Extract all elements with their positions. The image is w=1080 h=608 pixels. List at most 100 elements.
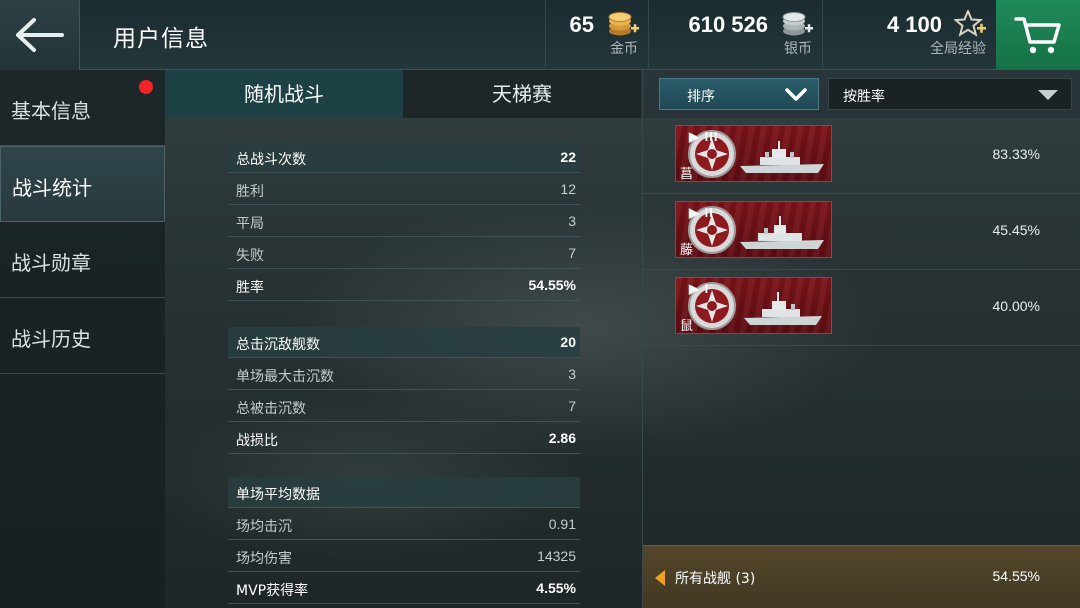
stat-losses: 失败 7: [228, 238, 580, 269]
stat-value: 7: [568, 398, 576, 414]
shop-cart-button[interactable]: [996, 0, 1080, 70]
stat-label: 平局: [236, 216, 264, 232]
exp-label: 全局经验: [930, 41, 986, 57]
stat-max-kills: 单场最大击沉数 3: [228, 359, 580, 390]
tab-random-battle[interactable]: 随机战斗: [165, 70, 403, 118]
stat-times-sunk: 总被击沉数 7: [228, 391, 580, 422]
stat-value: 14325: [537, 548, 576, 564]
gold-coin-icon: [608, 12, 639, 36]
silver-label: 银币: [784, 41, 812, 57]
ship-tier: I: [704, 281, 710, 296]
silver-coin-icon: [782, 12, 813, 36]
ship-winrate: 83.33%: [992, 146, 1040, 162]
stat-label: 胜利: [236, 184, 264, 200]
top-bar: 用户信息 65 金币 610 526 银币 4 100 全局经验: [0, 0, 1080, 70]
ship-row[interactable]: ▶ I 鼠 40.00%: [643, 270, 1080, 346]
stat-label: 总击沉敌舰数: [236, 337, 320, 353]
tier-badge: ▶ I: [689, 281, 710, 296]
sort-criterion-select[interactable]: 按胜率: [828, 78, 1072, 110]
stat-label: 失败: [236, 248, 264, 264]
sidebar-item-battle-history[interactable]: 战斗历史: [0, 298, 165, 374]
stat-average-header: 单场平均数据: [228, 477, 580, 508]
stat-kd-ratio: 战损比 2.86: [228, 423, 580, 454]
ship-row[interactable]: ▶ III 菖 83.33%: [643, 118, 1080, 194]
ship-silhouette-icon: [740, 216, 824, 249]
ship-name: 菖: [680, 167, 694, 182]
chevron-down-icon: [785, 88, 807, 101]
stat-label: 总被击沉数: [236, 401, 306, 417]
stat-value: 3: [568, 366, 576, 382]
ship-name: 藤: [680, 243, 694, 258]
page-title: 用户信息: [113, 26, 209, 52]
ship-winrate: 45.45%: [992, 222, 1040, 238]
exp-amount: 4 100: [886, 12, 942, 37]
stat-value: 0.91: [548, 516, 576, 532]
stat-wins: 胜利 12: [228, 174, 580, 205]
stat-label: 总战斗次数: [236, 152, 306, 168]
sidebar-item-label: 战斗勋章: [11, 251, 91, 275]
stat-label: 单场最大击沉数: [236, 369, 334, 385]
silver-amount: 610 526: [688, 12, 768, 37]
tier-badge: ▶ III: [689, 129, 719, 144]
exp-currency[interactable]: 4 100 全局经验: [822, 0, 996, 70]
ship-row[interactable]: ▶ II 藤 45.45%: [643, 194, 1080, 270]
stat-label: 场均伤害: [236, 551, 292, 567]
sidebar: 基本信息 战斗统计 战斗勋章 战斗历史: [0, 70, 165, 608]
triangle-left-icon: [655, 570, 665, 586]
gold-amount: 65: [569, 12, 594, 37]
ship-silhouette-icon: [740, 141, 824, 173]
sort-button[interactable]: 排序: [659, 78, 819, 110]
stat-label: 单场平均数据: [236, 487, 320, 503]
stat-avg-kills: 场均击沉 0.91: [228, 509, 580, 540]
back-arrow-icon: [16, 18, 64, 52]
ship-card: ▶ III 菖: [675, 125, 832, 182]
stat-value: 54.55%: [528, 277, 576, 293]
stat-value: 2.86: [548, 430, 576, 446]
stat-label: 战损比: [236, 433, 278, 449]
sidebar-item-label: 基本信息: [11, 99, 91, 123]
dropdown-triangle-icon: [1038, 90, 1058, 100]
ship-silhouette-icon: [744, 292, 822, 325]
stat-draws: 平局 3: [228, 206, 580, 237]
sidebar-item-basic-info[interactable]: 基本信息: [0, 70, 165, 146]
stat-avg-damage: 场均伤害 14325: [228, 541, 580, 572]
stat-value: 4.55%: [536, 580, 576, 596]
stat-value: 20: [560, 334, 576, 350]
sidebar-item-label: 战斗统计: [12, 176, 92, 200]
ship-winrate: 40.00%: [992, 298, 1040, 314]
stat-label: MVP获得率: [236, 583, 309, 599]
back-button[interactable]: [0, 0, 80, 70]
all-ships-summary[interactable]: 所有战舰 (3) 54.55%: [643, 545, 1080, 608]
stat-mvp-rate: MVP获得率 4.55%: [228, 573, 580, 604]
battle-mode-tabs: 随机战斗 天梯赛: [165, 70, 642, 118]
cart-icon: [1014, 17, 1061, 54]
star-exp-icon: [954, 10, 986, 37]
stat-label: 胜率: [236, 280, 264, 296]
stat-win-rate: 胜率 54.55%: [228, 270, 580, 301]
stat-total-battles: 总战斗次数 22: [228, 142, 580, 173]
gold-label: 金币: [610, 41, 638, 57]
all-ships-winrate: 54.55%: [992, 568, 1040, 584]
stat-label: 场均击沉: [236, 519, 292, 535]
ship-name: 鼠: [680, 319, 694, 334]
tier-badge: ▶ II: [689, 205, 714, 220]
ship-card: ▶ I 鼠: [675, 277, 832, 334]
notification-dot: [139, 80, 153, 94]
sort-criterion-value: 按胜率: [843, 89, 885, 105]
gold-currency[interactable]: 65 金币: [545, 0, 648, 70]
ship-tier: II: [704, 205, 714, 220]
silver-currency[interactable]: 610 526 银币: [648, 0, 822, 70]
sidebar-item-battle-stats[interactable]: 战斗统计: [0, 146, 165, 222]
stat-value: 3: [568, 213, 576, 229]
ship-list-panel: 排序 按胜率 ▶ III 菖 83.33% ▶ II 藤 45.45% ▶ I …: [642, 70, 1080, 608]
sidebar-item-label: 战斗历史: [11, 327, 91, 351]
sidebar-item-battle-medals[interactable]: 战斗勋章: [0, 222, 165, 298]
ship-card: ▶ II 藤: [675, 201, 832, 258]
stat-value: 7: [568, 245, 576, 261]
all-ships-label: 所有战舰 (3): [675, 571, 756, 587]
stat-total-kills: 总击沉敌舰数 20: [228, 327, 580, 358]
ship-tier: III: [704, 129, 719, 144]
tab-ranked[interactable]: 天梯赛: [403, 70, 641, 118]
stat-value: 22: [560, 149, 576, 165]
sort-button-label: 排序: [687, 89, 715, 105]
